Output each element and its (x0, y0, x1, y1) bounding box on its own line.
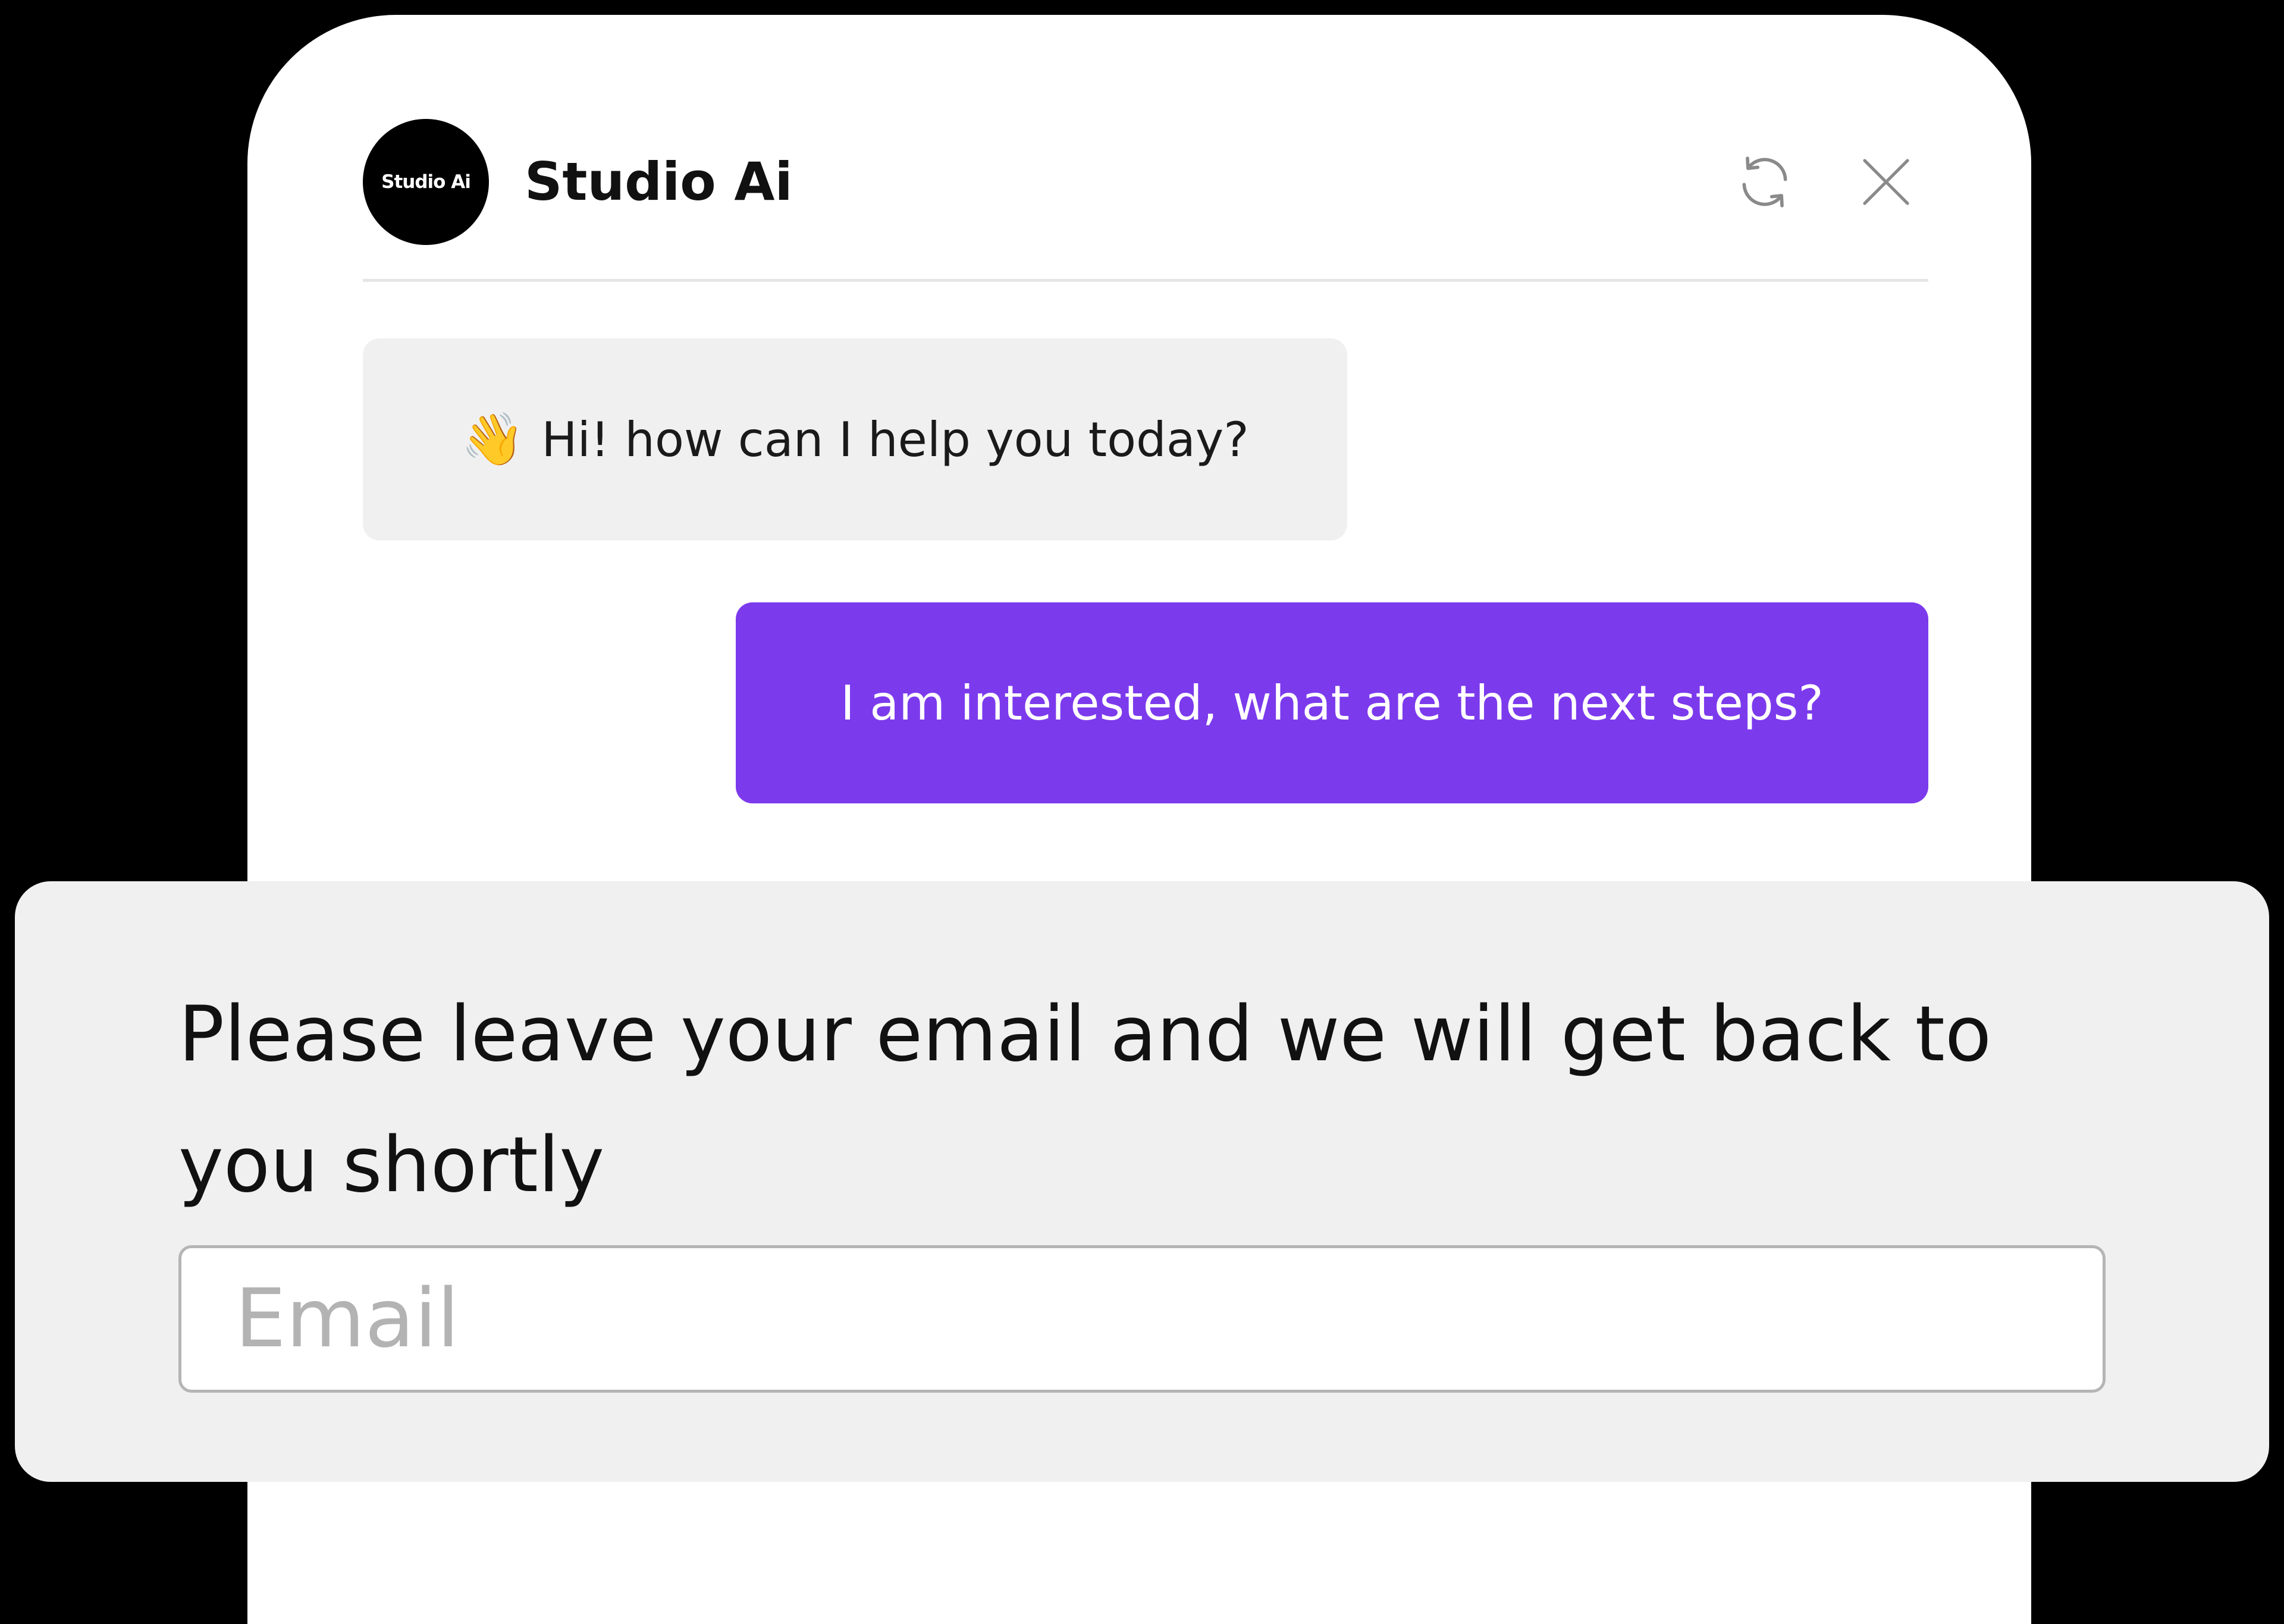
bot-message: 👋 Hi! how can I help you today? (363, 338, 1347, 541)
bot-name: Studio Ai (525, 151, 793, 212)
user-message-text: I am interested, what are the next steps… (840, 675, 1824, 731)
user-message: I am interested, what are the next steps… (736, 602, 1928, 803)
refresh-icon (1742, 156, 1787, 208)
bot-message-text: Hi! how can I help you today? (541, 412, 1249, 467)
close-button[interactable] (1850, 146, 1922, 218)
email-input[interactable] (178, 1245, 2106, 1393)
header-divider (363, 279, 1928, 282)
email-capture-panel: Please leave your email and we will get … (15, 881, 2269, 1482)
close-icon (1863, 159, 1909, 205)
email-prompt-text: Please leave your email and we will get … (178, 990, 1992, 1210)
waving-hand-icon: 👋 (461, 410, 525, 469)
refresh-button[interactable] (1729, 146, 1800, 218)
avatar: Studio Ai (363, 119, 489, 245)
avatar-label: Studio Ai (381, 171, 471, 193)
